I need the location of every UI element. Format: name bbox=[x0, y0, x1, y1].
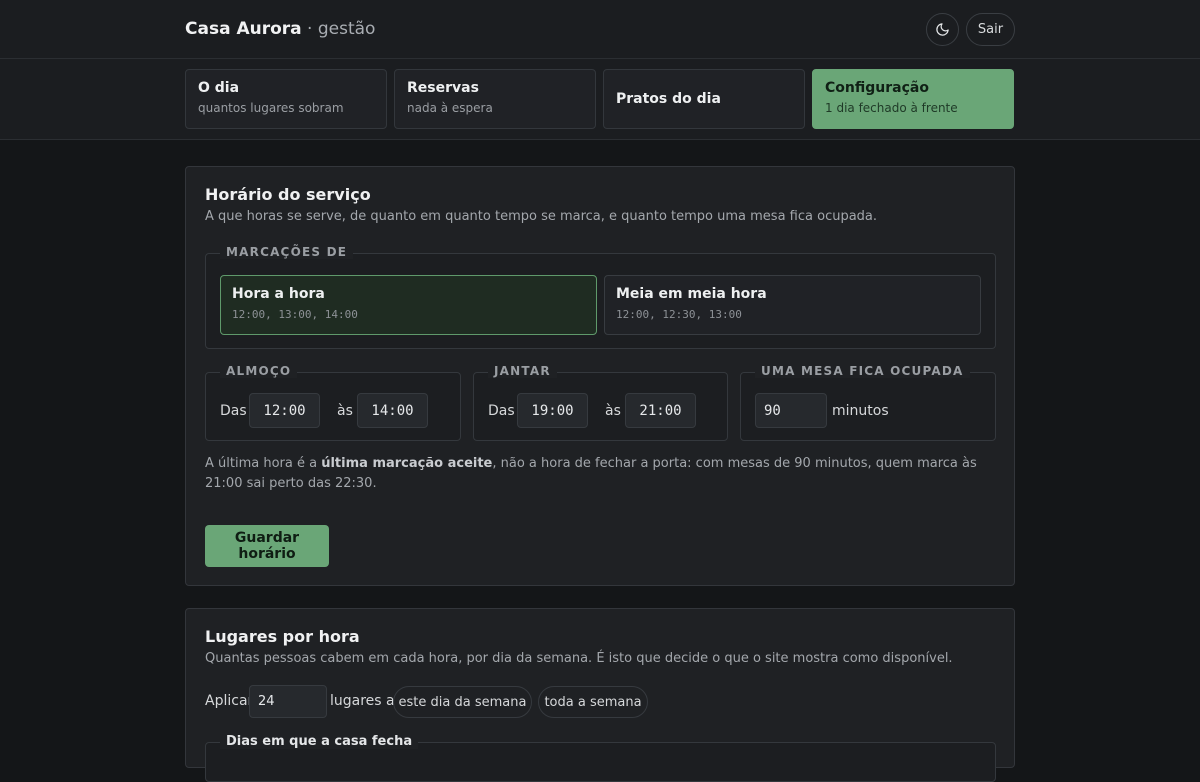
seats-count-input[interactable]: 24 bbox=[249, 685, 327, 718]
lunch-legend: ALMOÇO bbox=[220, 364, 298, 378]
save-schedule-button[interactable]: Guardar horário bbox=[205, 525, 329, 567]
slot-interval-group: MARCAÇÕES DE Hora a hora 12:00, 13:00, 1… bbox=[205, 245, 996, 349]
seats-title: Lugares por hora bbox=[205, 627, 360, 646]
option-example: 12:00, 12:30, 13:00 bbox=[616, 308, 742, 321]
occupancy-unit: minutos bbox=[832, 403, 889, 419]
lunch-to-label: às bbox=[337, 403, 353, 419]
occupancy-minutes-input[interactable]: 90 bbox=[755, 393, 827, 428]
tab-subtitle: nada à espera bbox=[407, 101, 493, 115]
occupancy-legend: UMA MESA FICA OCUPADA bbox=[755, 364, 970, 378]
tab-title: Configuração bbox=[825, 80, 929, 96]
seats-card: Lugares por hora Quantas pessoas cabem e… bbox=[185, 608, 1015, 782]
note-prefix: A última hora é a bbox=[205, 456, 322, 471]
lunch-group: ALMOÇO Das 12:00 às 14:00 bbox=[205, 364, 461, 441]
moon-icon bbox=[936, 23, 949, 36]
tab-title: Reservas bbox=[407, 80, 479, 96]
tab-configuracao[interactable]: Configuração 1 dia fechado à frente bbox=[812, 69, 1014, 129]
top-bar: Casa Aurora · gestão Sair bbox=[0, 0, 1200, 59]
option-title: Meia em meia hora bbox=[616, 286, 767, 302]
lunch-end-input[interactable]: 14:00 bbox=[357, 393, 428, 428]
tab-reservas[interactable]: Reservas nada à espera bbox=[394, 69, 596, 129]
dinner-end-input[interactable]: 21:00 bbox=[625, 393, 696, 428]
seats-description: Quantas pessoas cabem em cada hora, por … bbox=[205, 651, 953, 666]
dinner-group: JANTAR Das 19:00 às 21:00 bbox=[473, 364, 728, 441]
tab-title: O dia bbox=[198, 80, 240, 96]
closed-days-group: Dias em que a casa fecha bbox=[205, 734, 996, 782]
brand-name: Casa Aurora bbox=[185, 19, 302, 39]
lunch-start-input[interactable]: 12:00 bbox=[249, 393, 320, 428]
logout-button[interactable]: Sair bbox=[966, 13, 1015, 46]
seats-to-label: lugares a bbox=[330, 693, 395, 709]
dinner-legend: JANTAR bbox=[488, 364, 557, 378]
dinner-from-label: Das bbox=[488, 403, 515, 419]
schedule-card: Horário do serviço A que horas se serve,… bbox=[185, 166, 1015, 586]
brand: Casa Aurora · gestão bbox=[185, 19, 375, 39]
option-example: 12:00, 13:00, 14:00 bbox=[232, 308, 358, 321]
tab-subtitle: 1 dia fechado à frente bbox=[825, 101, 958, 115]
schedule-description: A que horas se serve, de quanto em quant… bbox=[205, 209, 878, 224]
tab-pratos-do-dia[interactable]: Pratos do dia bbox=[603, 69, 805, 129]
option-half-hourly[interactable]: Meia em meia hora 12:00, 12:30, 13:00 bbox=[604, 275, 981, 335]
slot-interval-legend: MARCAÇÕES DE bbox=[220, 245, 354, 259]
apply-this-day-button[interactable]: este dia da semana bbox=[393, 686, 532, 718]
closed-days-legend: Dias em que a casa fecha bbox=[220, 734, 419, 749]
option-hourly[interactable]: Hora a hora 12:00, 13:00, 14:00 bbox=[220, 275, 597, 335]
apply-label: Aplicar bbox=[205, 693, 254, 709]
nav-bar: O dia quantos lugares sobram Reservas na… bbox=[0, 59, 1200, 140]
lunch-from-label: Das bbox=[220, 403, 247, 419]
dinner-start-input[interactable]: 19:00 bbox=[517, 393, 588, 428]
theme-toggle-button[interactable] bbox=[926, 13, 959, 46]
brand-suffix: · gestão bbox=[301, 19, 376, 39]
note-bold: última marcação aceite bbox=[321, 456, 493, 471]
occupancy-group: UMA MESA FICA OCUPADA 90 minutos bbox=[740, 364, 996, 441]
apply-whole-week-button[interactable]: toda a semana bbox=[538, 686, 648, 718]
option-title: Hora a hora bbox=[232, 286, 325, 302]
dinner-to-label: às bbox=[605, 403, 621, 419]
tab-subtitle: quantos lugares sobram bbox=[198, 101, 344, 115]
tab-o-dia[interactable]: O dia quantos lugares sobram bbox=[185, 69, 387, 129]
schedule-title: Horário do serviço bbox=[205, 185, 371, 204]
last-slot-note: A última hora é a última marcação aceite… bbox=[205, 454, 1005, 494]
tab-title: Pratos do dia bbox=[616, 91, 721, 107]
